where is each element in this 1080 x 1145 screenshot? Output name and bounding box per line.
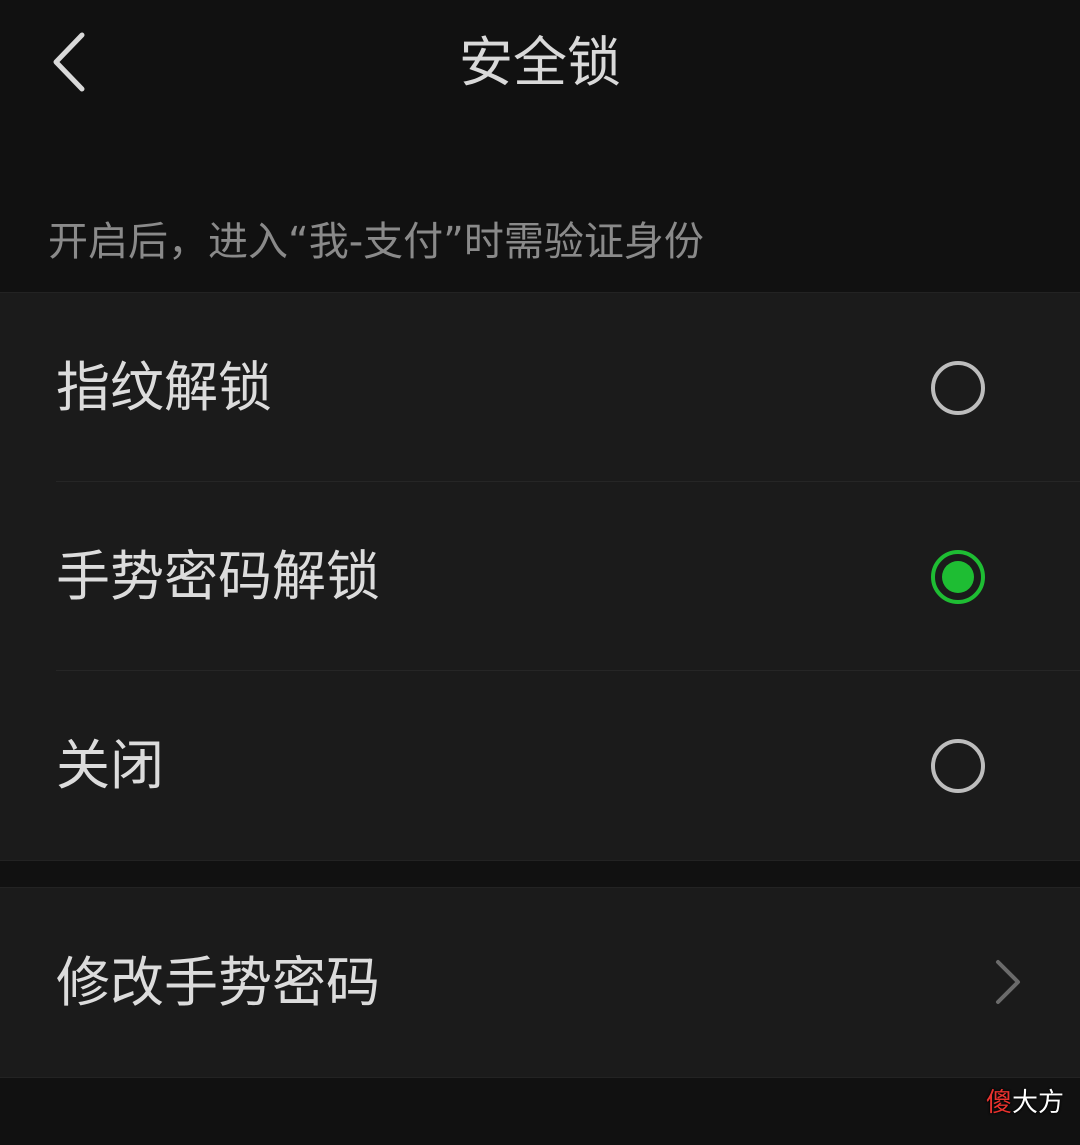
option-label: 手势密码解锁: [56, 545, 380, 608]
chevron-right-icon: [996, 960, 1020, 1004]
option-fingerprint-unlock[interactable]: 指纹解锁: [0, 293, 1080, 482]
radio-button-checked[interactable]: [931, 550, 985, 604]
option-label: 关闭: [56, 734, 164, 797]
radio-button[interactable]: [931, 361, 985, 415]
option-label: 指纹解锁: [56, 356, 272, 419]
watermark-text: 大方: [1011, 1088, 1064, 1118]
page-title: 安全锁: [459, 31, 621, 94]
header-bar: 安全锁: [0, 0, 1080, 130]
change-gesture-group: 修改手势密码: [0, 887, 1080, 1078]
change-gesture-password-item[interactable]: 修改手势密码: [0, 888, 1080, 1077]
section-hint: 开启后，进入“我-支付”时需验证身份: [48, 219, 704, 265]
item-label: 修改手势密码: [56, 951, 380, 1014]
option-off[interactable]: 关闭: [0, 671, 1080, 860]
radio-button[interactable]: [931, 739, 985, 793]
watermark-accent: 傻: [985, 1088, 1012, 1118]
unlock-options-list: 指纹解锁 手势密码解锁 关闭: [0, 292, 1080, 861]
watermark-logo: 傻大方: [986, 1087, 1064, 1119]
option-gesture-unlock[interactable]: 手势密码解锁: [0, 482, 1080, 671]
